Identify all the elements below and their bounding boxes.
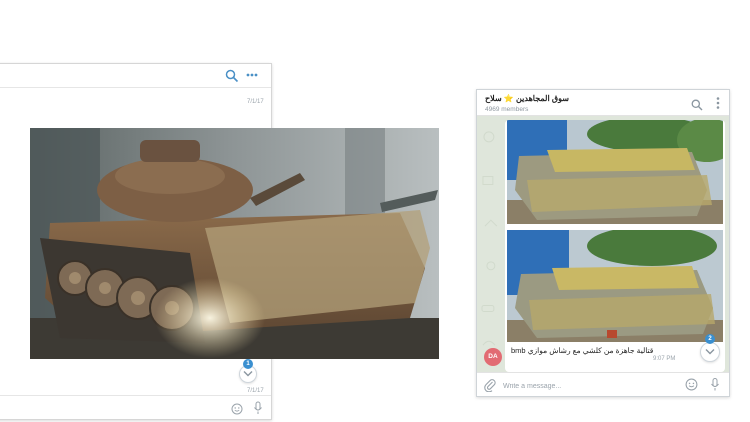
channel-title[interactable]: سوق المجاهدين ⭐ سلاح [485, 94, 569, 103]
left-chat-footer [0, 395, 271, 419]
microphone-icon[interactable] [253, 401, 263, 420]
member-count: 4969 members [485, 106, 529, 113]
caption-latin: bmb [511, 346, 526, 355]
microphone-icon[interactable] [710, 377, 720, 396]
chevron-down-icon [705, 349, 715, 355]
emoji-icon[interactable] [231, 402, 243, 420]
left-chat-header [0, 64, 271, 88]
channel-header: سوق المجاهدين ⭐ سلاح 4969 members [477, 90, 729, 116]
scroll-down-button[interactable] [700, 342, 720, 362]
tank-photo [30, 128, 439, 359]
photo-message-bubble[interactable]: bmb قتالية جاهزة من كلشي مع رشاش موازي [505, 120, 725, 372]
bmp-vehicle-photo[interactable] [507, 120, 723, 224]
search-icon[interactable] [691, 98, 703, 116]
message-timestamp: 7/1/17 [247, 99, 264, 105]
message-composer [477, 372, 729, 396]
caption-arabic: قتالية جاهزة من كلشي مع رشاش موازي [527, 346, 654, 355]
unread-count-badge: 1 [243, 359, 253, 369]
chevron-down-icon [243, 371, 253, 377]
search-icon[interactable] [225, 69, 239, 83]
message-time: 9:07 PM [653, 356, 676, 362]
bmp-vehicle-photo[interactable] [507, 230, 723, 342]
message-input[interactable] [503, 380, 653, 392]
paperclip-icon[interactable] [484, 378, 496, 396]
emoji-icon[interactable] [685, 378, 698, 396]
screenshot-composite: 7/1/17 7/1/17 1 سوق المجاهدين ⭐ سلاح 496… [0, 0, 750, 422]
message-caption: bmb قتالية جاهزة من كلشي مع رشاش موازي [511, 346, 653, 355]
right-chat-window: سوق المجاهدين ⭐ سلاح 4969 members bmb قت… [476, 89, 730, 397]
more-options-icon[interactable] [246, 68, 258, 85]
sender-avatar[interactable]: DA [484, 348, 502, 366]
more-options-icon[interactable] [715, 96, 721, 115]
unread-count-badge: 2 [705, 334, 715, 344]
message-timestamp: 7/1/17 [247, 388, 264, 394]
